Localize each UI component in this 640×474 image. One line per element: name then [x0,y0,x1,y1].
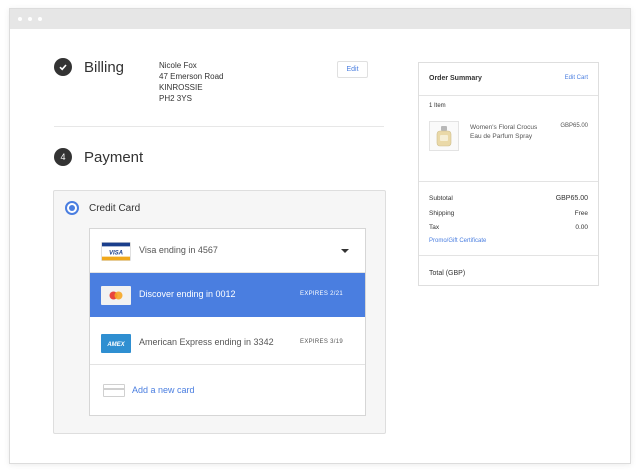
billing-edit-button[interactable]: Edit [337,61,368,78]
promo-gift-certificate-link[interactable]: Promo/Gift Certificate [429,238,486,244]
address-town: KINROSSIE [159,83,203,92]
items-count: 1 Item [429,103,446,109]
summary-divider-total [419,255,598,256]
saved-cards-list: VISA Visa ending in 4567 Discover ending… [89,228,366,416]
section-divider [54,126,384,127]
billing-title: Billing [84,59,125,76]
visa-logo-text: VISA [109,250,123,256]
address-name: Nicole Fox [159,61,197,70]
browser-window: Billing Nicole Fox 47 Emerson Road KINRO… [9,8,631,464]
tax-value: 0.00 [575,224,588,231]
card-expiry-amex: EXPIRES 3/19 [300,339,343,345]
amex-logo-text: AMEX [106,342,125,348]
order-summary-header: Order Summary Edit Cart [419,63,598,96]
chevron-down-icon[interactable] [341,249,349,253]
card-label-discover: Discover ending in 0012 [139,289,236,299]
card-label-amex: American Express ending in 3342 [139,337,274,347]
address-postcode: PH2 3YS [159,94,192,103]
summary-divider [419,181,598,182]
product-thumbnail [429,121,459,151]
product-price: GBP65.00 [560,123,588,129]
edit-cart-link[interactable]: Edit Cart [565,75,588,81]
credit-card-label: Credit Card [89,203,141,214]
subtotal-label: Subtotal [429,195,453,202]
discover-logo-icon [101,286,131,305]
subtotal-value: GBP65.00 [555,195,588,202]
card-option-discover[interactable]: Discover ending in 0012 EXPIRES 2/21 [90,273,365,317]
checkmark-icon [54,58,72,76]
card-expiry-discover: EXPIRES 2/21 [300,291,343,297]
tax-label: Tax [429,224,440,231]
product-name[interactable]: Women's Floral Crocus Eau de Parfum Spra… [470,123,548,141]
amex-logo-icon: AMEX [101,334,131,353]
payment-step-number: 4 [54,148,72,166]
payment-method-panel: Credit Card VISA Visa ending in 4567 Dis… [53,190,386,434]
card-option-visa[interactable]: VISA Visa ending in 4567 [90,229,365,273]
credit-card-icon [103,384,125,397]
window-dot-1[interactable] [18,17,22,21]
address-street: 47 Emerson Road [159,72,224,81]
order-summary-title: Order Summary [429,75,482,82]
billing-address: Nicole Fox 47 Emerson Road KINROSSIE PH2… [159,60,223,104]
credit-card-radio[interactable] [65,201,79,215]
shipping-value: Free [574,210,588,217]
card-label-visa: Visa ending in 4567 [139,245,218,255]
add-new-card-link[interactable]: Add a new card [132,385,195,395]
card-option-amex[interactable]: AMEX American Express ending in 3342 EXP… [90,321,365,365]
visa-logo-icon: VISA [101,242,131,261]
window-dot-2[interactable] [28,17,32,21]
total-label: Total (GBP) [429,270,466,277]
order-summary-panel: Order Summary Edit Cart 1 Item Women's F… [418,62,599,286]
window-titlebar [10,9,630,29]
shipping-label: Shipping [429,210,455,217]
window-dot-3[interactable] [38,17,42,21]
payment-title: Payment [84,149,144,166]
